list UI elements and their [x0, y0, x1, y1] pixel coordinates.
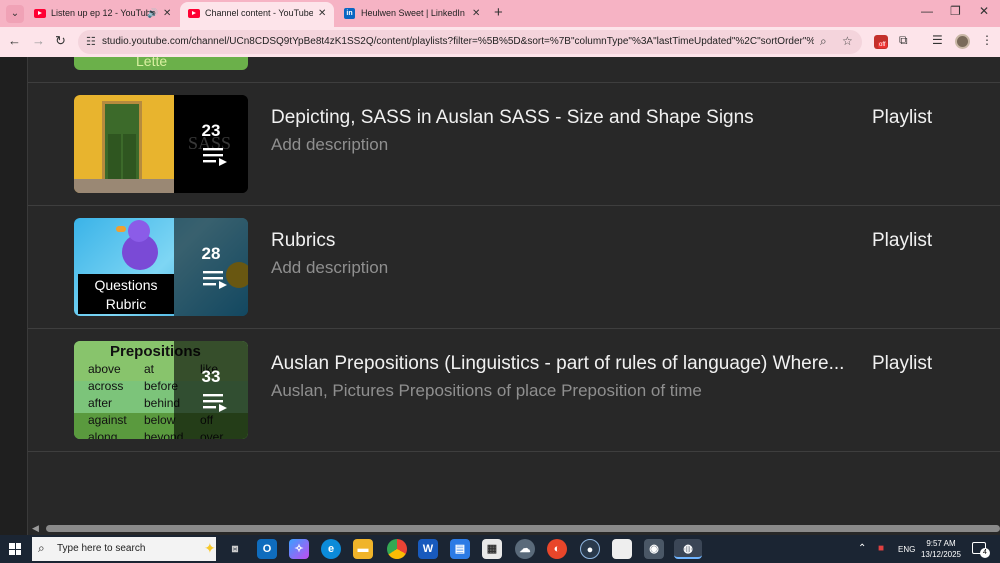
url-text[interactable]: studio.youtube.com/channel/UCn8CDSQ9tYpB… — [102, 30, 814, 54]
chrome-active-icon[interactable]: ◍ — [674, 539, 702, 559]
playlist-type: Playlist — [872, 353, 933, 374]
back-button[interactable]: ← — [8, 33, 21, 48]
extension-badge: off — [878, 42, 887, 48]
youtube-icon — [34, 9, 46, 18]
restore-button[interactable]: ❐ — [950, 4, 961, 18]
close-tab-icon[interactable]: ✕ — [163, 2, 171, 25]
playlist-title[interactable]: Auslan Prepositions (Linguistics - part … — [271, 353, 843, 375]
language-indicator[interactable]: ENG — [898, 545, 915, 554]
weather-app-icon[interactable]: ☁ — [515, 539, 535, 559]
close-tab-icon[interactable]: ✕ — [318, 2, 326, 25]
playlist-row[interactable]: SASS 23 Depicting, SASS in Auslan SASS -… — [28, 81, 1000, 203]
document-icon[interactable] — [612, 539, 632, 559]
copilot-icon[interactable]: ✧ — [289, 539, 309, 559]
sparkle-icon: ✦ — [204, 540, 216, 556]
playlist-icon — [203, 148, 227, 166]
word-icon[interactable]: W — [418, 539, 438, 559]
start-button[interactable] — [9, 543, 21, 555]
close-tab-icon[interactable]: ✕ — [472, 2, 480, 25]
file-app-icon[interactable]: ▤ — [450, 539, 470, 559]
playlist-icon — [203, 394, 227, 412]
search-placeholder: Type here to search — [57, 543, 146, 554]
windows-taskbar: ⌕ Type here to search ✦ ⧈ O ✧ e ▬ W ▤ ▦ … — [0, 535, 1000, 563]
taskbar-search-box[interactable]: ⌕ Type here to search ✦ — [32, 537, 216, 561]
extension-icon[interactable]: off — [874, 35, 888, 49]
playlist-type: Playlist — [872, 107, 933, 128]
playlist-row[interactable]: Prepositions above across after against … — [28, 327, 1000, 449]
browser-toolbar: ← → ↻ ☷ studio.youtube.com/channel/UCn8C… — [0, 27, 1000, 57]
linkedin-icon: in — [344, 8, 355, 19]
edge-icon[interactable]: e — [321, 539, 341, 559]
thumb-caption: Questions Rubric — [78, 274, 174, 314]
horizontal-scrollbar[interactable]: ◀ — [28, 522, 1000, 534]
new-tab-button[interactable]: + — [494, 4, 503, 21]
camera-icon[interactable]: ◉ — [644, 539, 664, 559]
address-bar[interactable]: ☷ studio.youtube.com/channel/UCn8CDSQ9tY… — [78, 30, 862, 54]
row-divider — [28, 451, 1000, 452]
playlist-icon — [203, 271, 227, 289]
tab-title: Listen up ep 12 - YouTube — [51, 8, 156, 18]
profile-avatar[interactable] — [955, 34, 970, 49]
clock[interactable]: 9:57 AM 13/12/2025 — [916, 538, 966, 560]
purple-duck-image — [116, 220, 158, 270]
file-explorer-icon[interactable]: ▬ — [353, 539, 373, 559]
zoom-icon[interactable]: ⌕ — [820, 34, 827, 49]
reload-button[interactable]: ↻ — [55, 33, 66, 49]
playlist-title[interactable]: Rubrics — [271, 230, 335, 252]
close-window-button[interactable]: ✕ — [979, 4, 989, 18]
youtube-icon — [188, 9, 200, 18]
door-image — [102, 101, 142, 189]
thumb-text: Lette — [136, 57, 168, 69]
scroll-left-arrow-icon[interactable]: ◀ — [32, 523, 39, 534]
store-icon[interactable]: ▦ — [482, 539, 502, 559]
scrollbar-thumb[interactable] — [46, 525, 1000, 532]
media-controls-icon[interactable]: ☰ — [932, 33, 943, 47]
search-icon: ⌕ — [38, 541, 45, 555]
tab-strip: ⌄ Listen up ep 12 - YouTube 🔊 ✕ Channel … — [0, 0, 1000, 27]
speaker-icon[interactable]: 🔊 — [147, 2, 158, 25]
playlist-description: Add description — [271, 135, 389, 154]
tab-search-button[interactable]: ⌄ — [6, 5, 24, 23]
playlist-thumbnail[interactable]: Questions Rubric 28 — [74, 218, 248, 316]
more-menu-icon[interactable]: ⋮ — [981, 33, 993, 47]
thumbnail-image — [74, 95, 174, 193]
playlist-thumbnail[interactable]: Prepositions above across after against … — [74, 341, 248, 439]
extensions-icon[interactable]: ⧉ — [899, 33, 908, 48]
playlist-title[interactable]: Depicting, SASS in Auslan SASS - Size an… — [271, 107, 754, 129]
site-info-icon[interactable]: ☷ — [86, 35, 96, 48]
left-sidebar — [0, 57, 28, 535]
notification-icon[interactable]: 4 — [972, 542, 990, 558]
notification-count: 4 — [980, 548, 990, 558]
thumb-word-list: above across after against along — [88, 362, 127, 439]
tab-title: Heulwen Sweet | LinkedIn — [361, 8, 465, 18]
tab-listen-up[interactable]: Listen up ep 12 - YouTube 🔊 ✕ — [26, 2, 178, 27]
playlist-description: Auslan, Pictures Prepositions of place P… — [271, 381, 702, 400]
playlist-type: Playlist — [872, 230, 933, 251]
video-count: 23 — [201, 121, 221, 140]
tab-channel-content[interactable]: Channel content - YouTube Stu ✕ — [180, 2, 334, 27]
outlook-icon[interactable]: O — [257, 539, 277, 559]
circle-app-icon[interactable]: ● — [580, 539, 600, 559]
red-app-icon[interactable]: ◐ — [547, 539, 567, 559]
video-count: 28 — [201, 244, 221, 263]
tab-title: Channel content - YouTube Stu — [205, 8, 313, 18]
playlist-thumbnail-partial[interactable]: Lette — [74, 57, 248, 70]
task-view-icon[interactable]: ⧈ — [225, 539, 245, 559]
chrome-icon[interactable] — [387, 539, 407, 559]
playlist-row[interactable]: Questions Rubric 28 Rubrics Add descript… — [28, 204, 1000, 326]
tab-linkedin[interactable]: in Heulwen Sweet | LinkedIn ✕ — [336, 2, 488, 27]
video-count: 33 — [201, 367, 221, 386]
tray-overflow-icon[interactable]: ⌃ — [858, 543, 866, 554]
tray-app-icon[interactable]: ■ — [878, 543, 884, 554]
forward-button[interactable]: → — [32, 33, 45, 48]
playlist-thumbnail[interactable]: SASS 23 — [74, 95, 248, 193]
bookmark-star-icon[interactable]: ☆ — [842, 34, 853, 48]
playlist-description: Add description — [271, 258, 389, 277]
minimize-button[interactable]: — — [921, 4, 933, 18]
